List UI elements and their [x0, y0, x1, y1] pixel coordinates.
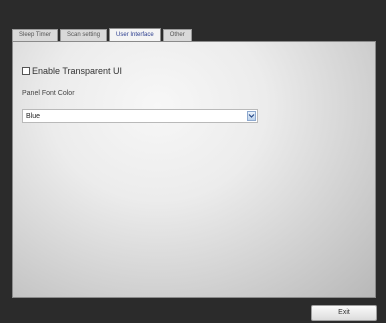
enable-transparent-ui-checkbox[interactable]: Enable Transparent UI [22, 66, 122, 76]
chevron-down-icon [248, 114, 255, 118]
tab-other[interactable]: Other [162, 29, 192, 41]
panel-font-color-label: Panel Font Color [22, 90, 75, 97]
panel-font-color-select[interactable]: Blue [22, 109, 258, 123]
checkbox-box[interactable] [22, 67, 30, 75]
enable-transparent-ui-label: Enable Transparent UI [32, 66, 123, 76]
panel-font-color-value: Blue [26, 113, 41, 120]
user-interface-panel: Enable Transparent UI Panel Font Color B… [12, 41, 376, 298]
tab-user-interface[interactable]: User Interface [109, 28, 161, 42]
exit-button[interactable]: Exit [311, 305, 377, 321]
tab-sleep-timer[interactable]: Sleep Timer [12, 29, 59, 41]
tab-scan-setting[interactable]: Scan setting [60, 29, 108, 41]
settings-window: Sleep Timer Scan setting User Interface … [0, 0, 386, 323]
dropdown-button[interactable] [247, 111, 256, 121]
tab-strip: Sleep Timer Scan setting User Interface … [12, 27, 192, 42]
